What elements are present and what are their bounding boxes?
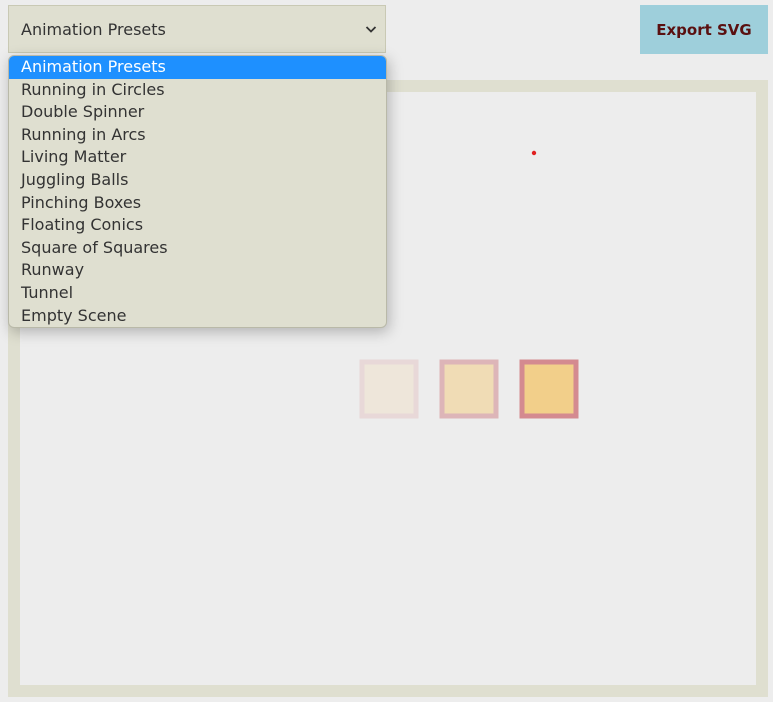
animated-box [519,359,579,419]
dropdown-option[interactable]: Double Spinner [9,101,386,124]
dropdown-option[interactable]: Tunnel [9,282,386,305]
presets-dropdown-list: Animation Presets Running in Circles Doubl… [8,55,387,329]
animated-box [359,359,419,419]
animated-box [439,359,499,419]
dropdown-option[interactable]: Running in Arcs [9,124,386,147]
dropdown-option[interactable]: Square of Squares [9,237,386,260]
dropdown-option[interactable]: Running in Circles [9,79,386,102]
dropdown-option[interactable]: Runway [9,259,386,282]
dropdown-option[interactable]: Pinching Boxes [9,192,386,215]
dropdown-option[interactable]: Floating Conics [9,214,386,237]
animation-presets-select[interactable]: Animation Presets [8,5,386,53]
dropdown-option[interactable]: Animation Presets [9,56,386,79]
dropdown-option[interactable]: Empty Scene [9,305,386,328]
dropdown-option[interactable]: Juggling Balls [9,169,386,192]
export-svg-button[interactable]: Export SVG [640,5,768,54]
red-dot [531,150,537,156]
dropdown-option[interactable]: Living Matter [9,146,386,169]
select-value: Animation Presets [21,19,166,39]
chevron-down-icon [365,26,377,33]
